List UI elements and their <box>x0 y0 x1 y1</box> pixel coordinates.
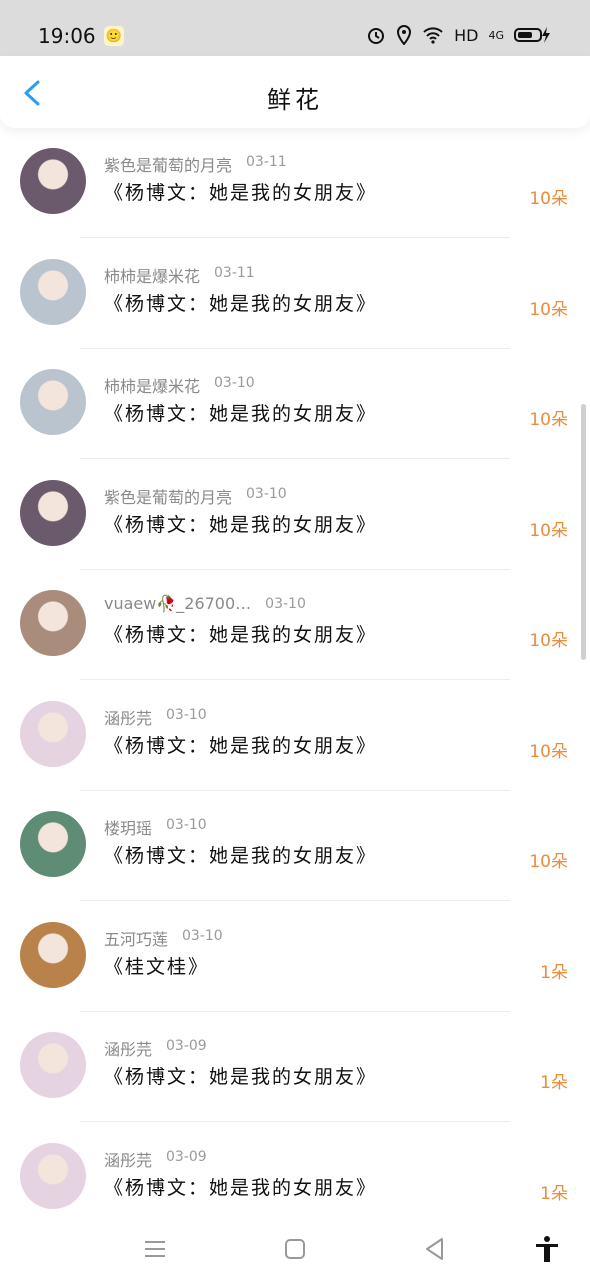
work-title: 《杨博文：她是我的女朋友》 <box>104 845 378 867</box>
4g-signal-icon: 4G <box>488 28 504 42</box>
list-item[interactable]: 五河巧莲 03-10 《桂文桂》 1朵 <box>0 902 590 1012</box>
header: 鲜花 <box>0 56 590 128</box>
work-title: 《杨博文：她是我的女朋友》 <box>104 182 378 204</box>
send-date: 03-10 <box>166 706 207 723</box>
list-item[interactable]: 紫色是葡萄的月亮 03-11 《杨博文：她是我的女朋友》 10朵 <box>0 128 590 238</box>
send-date: 03-10 <box>265 596 306 612</box>
list-item[interactable]: 柿柿是爆米花 03-10 《杨博文：她是我的女朋友》 10朵 <box>0 349 590 459</box>
flower-count: 10朵 <box>529 299 568 320</box>
work-title: 《杨博文：她是我的女朋友》 <box>104 624 378 646</box>
avatar[interactable] <box>20 1032 86 1098</box>
menu-icon[interactable] <box>140 1234 170 1264</box>
page-title: 鲜花 <box>267 86 323 114</box>
avatar[interactable] <box>20 700 86 767</box>
sender-name: 涵彤芫 <box>104 708 153 728</box>
list-item[interactable]: 涵彤芫 03-09 《杨博文：她是我的女朋友》 1朵 <box>0 1012 590 1122</box>
status-time: 19:06 <box>38 24 96 48</box>
send-date: 03-11 <box>214 264 255 281</box>
battery-charging-icon <box>514 27 550 43</box>
flower-count: 10朵 <box>529 741 568 762</box>
send-date: 03-10 <box>166 817 207 833</box>
send-date: 03-11 <box>246 154 287 170</box>
send-date: 03-09 <box>166 1148 207 1165</box>
send-date: 03-10 <box>182 927 223 944</box>
list-item[interactable]: 楼玥瑶 03-10 《杨博文：她是我的女朋友》 10朵 <box>0 791 590 901</box>
location-icon <box>397 25 412 45</box>
flower-count: 1朵 <box>540 962 568 983</box>
accessibility-icon[interactable] <box>532 1234 562 1264</box>
system-nav-bar <box>0 1218 590 1280</box>
work-title: 《桂文桂》 <box>104 955 210 978</box>
back-triangle-icon[interactable] <box>420 1234 450 1264</box>
avatar[interactable] <box>20 479 86 546</box>
flower-count: 10朵 <box>529 852 568 872</box>
flower-count: 10朵 <box>529 410 568 430</box>
send-date: 03-10 <box>246 485 287 502</box>
avatar[interactable] <box>20 1142 86 1209</box>
work-title: 《杨博文：她是我的女朋友》 <box>104 1176 378 1199</box>
wechat-mini-icon: 🙂 <box>104 26 124 46</box>
work-title: 《杨博文：她是我的女朋友》 <box>104 1066 378 1088</box>
flower-count: 10朵 <box>529 631 568 651</box>
list-item[interactable]: 紫色是葡萄的月亮 03-10 《杨博文：她是我的女朋友》 10朵 <box>0 460 590 570</box>
sender-name: 涵彤芫 <box>104 1150 153 1170</box>
avatar[interactable] <box>20 258 86 325</box>
flower-count: 1朵 <box>540 1183 568 1204</box>
avatar[interactable] <box>20 811 86 877</box>
flower-count: 1朵 <box>540 1073 568 1093</box>
list-item[interactable]: 涵彤芫 03-09 《杨博文：她是我的女朋友》 1朵 <box>0 1123 590 1233</box>
work-title: 《杨博文：她是我的女朋友》 <box>104 292 378 315</box>
wifi-icon <box>423 27 443 44</box>
sender-name: 紫色是葡萄的月亮 <box>104 156 233 175</box>
list-item[interactable]: 柿柿是爆米花 03-11 《杨博文：她是我的女朋友》 10朵 <box>0 239 590 349</box>
sender-name: 柿柿是爆米花 <box>104 266 201 286</box>
list-item[interactable]: vuaew🥀_26700… 03-10 《杨博文：她是我的女朋友》 10朵 <box>0 570 590 680</box>
avatar[interactable] <box>20 921 86 988</box>
hd-icon: HD <box>454 25 479 45</box>
sender-name: 五河巧莲 <box>104 929 169 949</box>
alarm-icon <box>368 28 385 44</box>
sender-name: 紫色是葡萄的月亮 <box>104 487 233 507</box>
status-icons: HD 4G <box>366 25 554 45</box>
send-date: 03-09 <box>166 1038 207 1054</box>
work-title: 《杨博文：她是我的女朋友》 <box>104 734 378 757</box>
flower-count: 10朵 <box>529 189 568 209</box>
avatar[interactable] <box>20 148 86 214</box>
home-square-icon[interactable] <box>280 1234 310 1264</box>
send-date: 03-10 <box>214 375 255 391</box>
scrollbar[interactable] <box>581 404 586 660</box>
flower-count: 10朵 <box>529 520 568 541</box>
work-title: 《杨博文：她是我的女朋友》 <box>104 403 378 425</box>
list-item[interactable]: 涵彤芫 03-10 《杨博文：她是我的女朋友》 10朵 <box>0 681 590 791</box>
sender-name: 涵彤芫 <box>104 1040 153 1059</box>
status-bar: 19:06 🙂 HD 4G <box>0 0 590 56</box>
sender-name: 楼玥瑶 <box>104 819 153 838</box>
sender-name: vuaew🥀_26700… <box>104 594 252 613</box>
avatar[interactable] <box>20 369 86 435</box>
work-title: 《杨博文：她是我的女朋友》 <box>104 513 378 536</box>
sender-name: 柿柿是爆米花 <box>104 377 201 396</box>
avatar[interactable] <box>20 590 86 656</box>
